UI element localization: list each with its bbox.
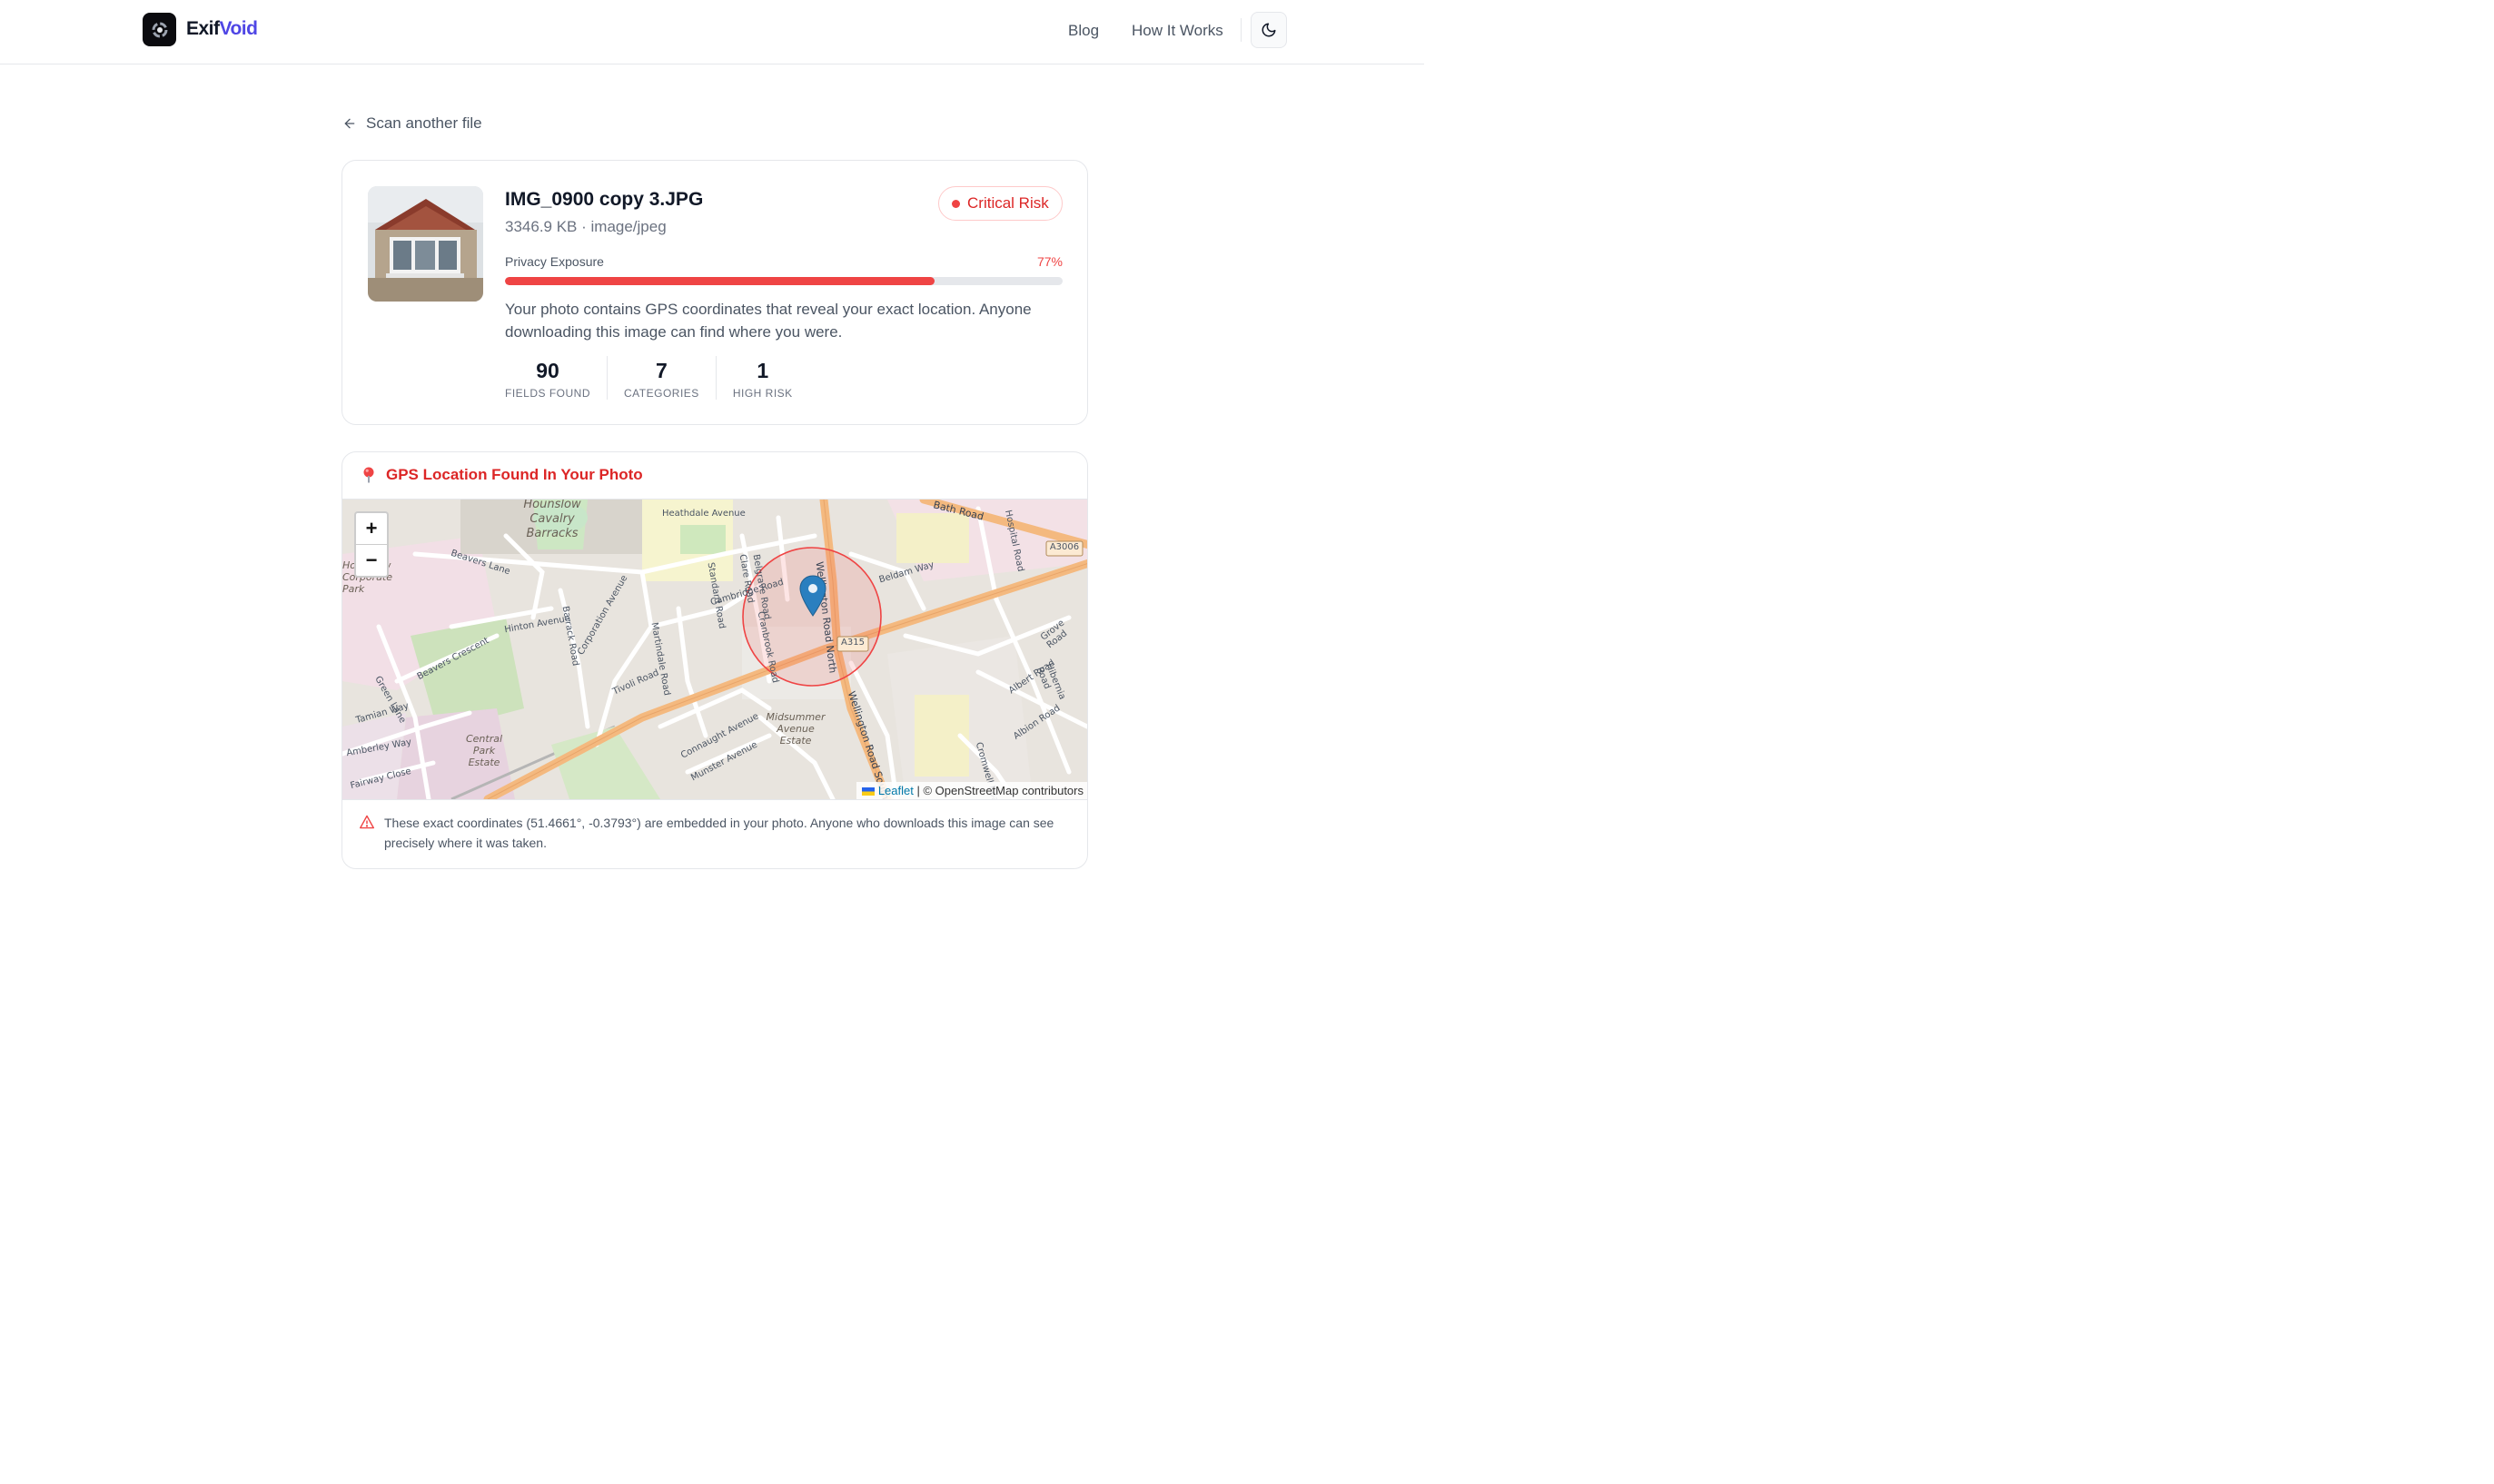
location-map[interactable]: Heathdale Avenue Bath Road Hospital Road… [342,499,1087,800]
privacy-exposure-bar [505,277,1063,285]
location-marker-icon[interactable] [799,575,826,617]
back-link-label: Scan another file [366,114,482,132]
privacy-exposure-percent: 77% [1036,254,1063,269]
stat-categories: 7 CATEGORIES [607,356,716,400]
map-place-label: Midsummer Avenue Estate [766,711,826,747]
stat-label: HIGH RISK [732,387,793,400]
arrow-left-icon [344,118,355,129]
metadata-stats: 90 FIELDS FOUND 7 CATEGORIES 1 HIGH RISK [505,356,809,400]
brand-name[interactable]: ExifVoid [186,18,258,40]
map-zoom-control: + − [354,511,389,578]
nav-link-blog[interactable]: Blog [1068,22,1099,40]
file-name: IMG_0900 copy 3.JPG [505,189,704,210]
exifvoid-logo-icon[interactable] [143,13,176,46]
stat-label: FIELDS FOUND [505,387,591,400]
map-place-label: Hounslow Cavalry Barracks [523,499,581,540]
map-pin-icon [363,467,374,483]
theme-toggle-button[interactable] [1251,12,1287,48]
brand-prefix: Exif [186,18,220,39]
gps-warning: These exact coordinates (51.4661°, -0.37… [359,813,1061,853]
zoom-in-button[interactable]: + [356,513,387,544]
moon-icon [1262,23,1276,37]
nav-divider [1241,18,1242,42]
stat-value: 7 [656,359,668,382]
risk-dot-icon [952,199,960,208]
photo-thumbnail [368,186,483,302]
privacy-exposure-label: Privacy Exposure [505,254,604,269]
warning-triangle-icon [359,815,374,829]
stat-label: CATEGORIES [624,387,699,400]
stat-value: 1 [757,359,769,382]
leaflet-link[interactable]: Leaflet [878,784,914,797]
risk-description: Your photo contains GPS coordinates that… [505,301,1032,341]
privacy-exposure-bar-fill [505,277,935,285]
gps-location-card: GPS Location Found In Your Photo Heathda… [341,451,1088,869]
map-attribution: Leaflet | © OpenStreetMap contributors [856,782,1087,799]
gps-card-title: GPS Location Found In Your Photo [386,466,643,483]
brand-suffix: Void [219,18,258,39]
osm-attribution[interactable]: | © OpenStreetMap contributors [917,784,1084,797]
scan-another-file-link[interactable]: Scan another file [342,114,482,133]
zoom-out-button[interactable]: − [356,544,387,576]
stat-value: 90 [536,359,559,382]
nav-link-how-it-works[interactable]: How It Works [1132,22,1223,40]
top-nav-bar: ExifVoid Blog How It Works [0,0,1424,64]
map-place-label: Central Park Estate [465,733,503,768]
file-summary-card: IMG_0900 copy 3.JPG 3346.9 KB · image/jp… [341,160,1088,425]
risk-label: Critical Risk [967,194,1049,212]
ukraine-flag-icon [862,787,876,796]
map-road-label: Heathdale Avenue [662,509,746,519]
stat-high-risk: 1 HIGH RISK [715,356,809,400]
gps-card-header: GPS Location Found In Your Photo [362,466,643,484]
map-road-shield: A315 [841,638,865,648]
stat-fields-found: 90 FIELDS FOUND [505,356,607,400]
map-road-shield: A3006 [1049,542,1080,552]
gps-warning-text: These exact coordinates (51.4661°, -0.37… [384,816,1054,850]
risk-level-badge: Critical Risk [938,186,1063,221]
file-meta: 3346.9 KB · image/jpeg [505,218,667,235]
